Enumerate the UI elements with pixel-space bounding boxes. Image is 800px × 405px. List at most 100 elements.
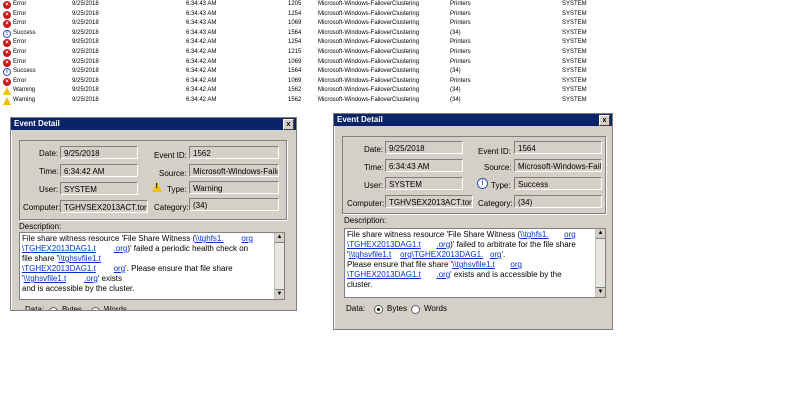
event-user-cell: SYSTEM	[562, 68, 587, 75]
event-row[interactable]: × Error 9/25/2018 6:34:43 AM 1069 Microsoft-W…	[0, 19, 620, 29]
description-label: Description:	[19, 222, 62, 231]
time-field: 6:34:42 AM	[60, 164, 138, 177]
event-row[interactable]: × Error 9/25/2018 6:34:43 AM 1254 Microsoft-W…	[0, 10, 620, 20]
dialog-titlebar[interactable]: Event Detail x	[11, 118, 296, 130]
event-row[interactable]: × Error 9/25/2018 6:34:43 AM 1205 Microsoft-W…	[0, 0, 620, 10]
success-icon: i	[477, 178, 488, 189]
event-type-cell: Warning	[13, 97, 36, 103]
event-id-field: 1564	[514, 141, 602, 154]
words-radio[interactable]	[411, 305, 420, 314]
time-label: Time:	[364, 163, 384, 172]
close-icon[interactable]: x	[599, 115, 610, 126]
event-row[interactable]: i Success 9/25/2018 6:34:43 AM 1564 Microsoft…	[0, 29, 620, 39]
description-scrollbar[interactable]: ▲ ▼	[595, 229, 605, 297]
event-row[interactable]: i Success 9/25/2018 6:34:42 AM 1564 Microsoft…	[0, 67, 620, 77]
event-source-cell: Microsoft-Windows-FailoverClustering	[318, 29, 420, 36]
category-field: (34)	[514, 195, 602, 208]
event-id-field: 1562	[189, 146, 279, 159]
event-row[interactable]: Warning 9/25/2018 6:34:42 AM 1562 Microsoft-…	[0, 86, 620, 96]
dialog-titlebar[interactable]: Event Detail x	[334, 114, 612, 126]
event-user-cell: SYSTEM	[562, 49, 587, 55]
event-source-cell: Microsoft-Windows-FailoverClustering	[318, 68, 420, 75]
scroll-up-icon[interactable]: ▲	[275, 233, 284, 243]
event-source-cell: Microsoft-Windows-FailoverClustering	[318, 1, 420, 7]
bytes-radio[interactable]	[49, 307, 58, 310]
event-row[interactable]: × Error 9/25/2018 6:34:42 AM 1069 Microsoft-W…	[0, 58, 620, 68]
event-date-cell: 9/25/2018	[72, 20, 99, 27]
event-row[interactable]: × Error 9/25/2018 6:34:42 AM 1069 Microsoft-W…	[0, 77, 620, 87]
event-id-cell: 1069	[288, 58, 302, 65]
event-date-cell: 9/25/2018	[72, 1, 99, 7]
source-label: Source:	[159, 169, 187, 178]
event-category-cell: (34)	[450, 29, 461, 36]
event-source-cell: Microsoft-Windows-FailoverClustering	[318, 77, 420, 84]
bytes-label[interactable]: Bytes	[387, 304, 407, 313]
date-field: 9/25/2018	[60, 146, 138, 159]
event-row[interactable]: × Error 9/25/2018 6:34:42 AM 1215 Microsoft-W…	[0, 48, 620, 58]
event-user-cell: SYSTEM	[562, 1, 587, 7]
event-id-cell: 1069	[288, 77, 302, 84]
description-box[interactable]: File share witness resource 'File Share …	[344, 228, 606, 298]
bytes-label[interactable]: Bytes	[62, 305, 82, 310]
event-time-cell: 6:34:42 AM	[186, 49, 217, 55]
event-date-cell: 9/25/2018	[72, 58, 99, 65]
description-box[interactable]: File share witness resource 'File Share …	[19, 232, 285, 300]
event-category-cell: Printers	[450, 1, 471, 7]
event-row[interactable]: × Error 9/25/2018 6:34:42 AM 1254 Microsoft-W…	[0, 38, 620, 48]
category-field: (34)	[189, 198, 279, 211]
event-type-cell: Error	[13, 1, 27, 7]
type-field: Warning	[189, 181, 279, 194]
event-source-cell: Microsoft-Windows-FailoverClustering	[318, 58, 420, 65]
description-line: cluster.	[347, 280, 373, 289]
event-type-cell: Error	[13, 58, 27, 65]
words-label[interactable]: Words	[424, 304, 447, 313]
category-label: Category:	[154, 203, 189, 212]
event-date-cell: 9/25/2018	[72, 68, 99, 75]
event-source-cell: Microsoft-Windows-FailoverClustering	[318, 97, 420, 103]
event-type-cell: Error	[13, 49, 27, 55]
event-time-cell: 6:34:42 AM	[186, 77, 217, 84]
scroll-down-icon[interactable]: ▼	[275, 289, 284, 299]
event-date-cell: 9/25/2018	[72, 97, 99, 103]
computer-label: Computer:	[23, 203, 61, 212]
error-icon: ×	[3, 10, 11, 19]
event-source-cell: Microsoft-Windows-FailoverClustering	[318, 39, 420, 46]
type-label: Type:	[491, 181, 511, 190]
event-id-label: Event ID:	[478, 147, 511, 156]
scroll-up-icon[interactable]: ▲	[596, 229, 605, 239]
event-time-cell: 6:34:42 AM	[186, 87, 217, 94]
computer-label: Computer:	[347, 199, 385, 208]
description-scrollbar[interactable]: ▲ ▼	[274, 233, 284, 299]
time-label: Time:	[39, 167, 59, 176]
words-label[interactable]: Words	[104, 305, 127, 310]
event-user-cell: SYSTEM	[562, 10, 587, 17]
event-type-cell: Error	[13, 20, 27, 27]
event-category-cell: Printers	[450, 77, 471, 84]
event-id-cell: 1564	[288, 29, 302, 36]
event-user-cell: SYSTEM	[562, 97, 587, 103]
data-label: Data:	[25, 305, 45, 311]
words-radio[interactable]	[91, 307, 100, 310]
error-icon: ×	[3, 58, 11, 67]
event-time-cell: 6:34:43 AM	[186, 29, 217, 36]
event-user-cell: SYSTEM	[562, 29, 587, 36]
event-type-cell: Warning	[13, 87, 36, 94]
close-icon[interactable]: x	[283, 119, 294, 130]
event-time-cell: 6:34:43 AM	[186, 20, 217, 27]
event-type-cell: Error	[13, 10, 27, 17]
event-time-cell: 6:34:42 AM	[186, 97, 217, 103]
event-user-cell: SYSTEM	[562, 77, 587, 84]
scroll-down-icon[interactable]: ▼	[596, 287, 605, 297]
event-date-cell: 9/25/2018	[72, 10, 99, 17]
event-row[interactable]: Warning 9/25/2018 6:34:42 AM 1562 Microsoft-…	[0, 96, 620, 106]
dialog-title: Event Detail	[14, 119, 60, 128]
event-type-cell: Error	[13, 39, 27, 46]
bytes-radio[interactable]	[374, 305, 383, 314]
event-type-cell: Error	[13, 77, 27, 84]
type-label: Type:	[167, 185, 187, 194]
event-id-cell: 1564	[288, 68, 302, 75]
event-category-cell: Printers	[450, 10, 471, 17]
event-category-cell: Printers	[450, 20, 471, 27]
event-date-cell: 9/25/2018	[72, 77, 99, 84]
data-label: Data:	[346, 304, 366, 313]
